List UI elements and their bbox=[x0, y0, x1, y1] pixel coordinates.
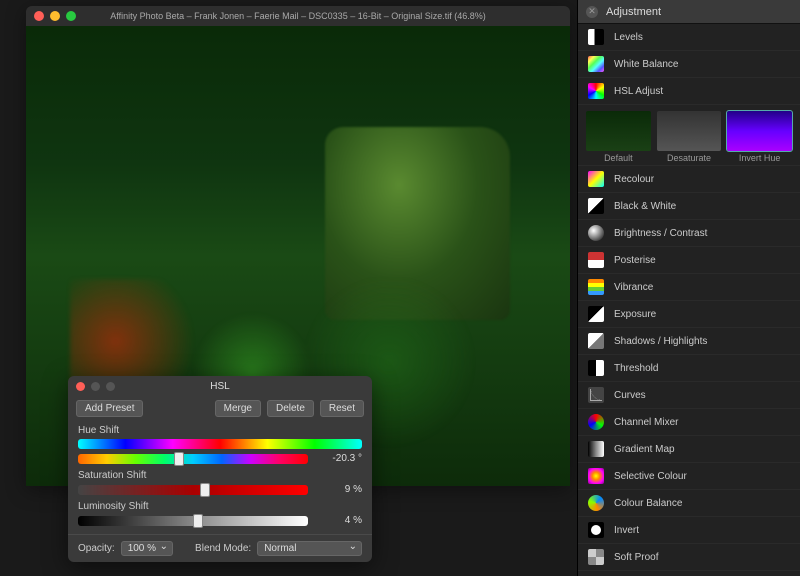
hsl-icon bbox=[588, 83, 604, 99]
adj-label: Posterise bbox=[614, 255, 656, 266]
blend-mode-label: Blend Mode: bbox=[195, 543, 251, 554]
preset-default-thumb bbox=[586, 111, 651, 151]
adj-label: Channel Mixer bbox=[614, 417, 678, 428]
adj-label: White Balance bbox=[614, 59, 678, 70]
hue-shift-label: Hue Shift bbox=[78, 425, 362, 436]
gradient-map-icon bbox=[588, 441, 604, 457]
hue-spectrum-display bbox=[78, 439, 362, 449]
preset-desaturate-thumb bbox=[657, 111, 722, 151]
adj-label: Recolour bbox=[614, 174, 654, 185]
window-minimize-button[interactable] bbox=[50, 11, 60, 21]
panel-min-button[interactable] bbox=[91, 382, 100, 391]
adj-item-levels[interactable]: Levels bbox=[578, 24, 800, 51]
saturation-shift-value: 9 % bbox=[316, 484, 362, 495]
adj-item-brightness-contrast[interactable]: Brightness / Contrast bbox=[578, 220, 800, 247]
opacity-label: Opacity: bbox=[78, 543, 115, 554]
adj-item-posterise[interactable]: Posterise bbox=[578, 247, 800, 274]
adj-label: Exposure bbox=[614, 309, 656, 320]
blend-mode-select[interactable]: Normal bbox=[257, 541, 362, 556]
hue-shift-thumb[interactable] bbox=[174, 452, 184, 466]
adj-label: Gradient Map bbox=[614, 444, 675, 455]
luminosity-shift-label: Luminosity Shift bbox=[78, 501, 362, 512]
saturation-shift-thumb[interactable] bbox=[200, 483, 210, 497]
selective-colour-icon bbox=[588, 468, 604, 484]
soft-proof-icon bbox=[588, 549, 604, 565]
preset-label: Desaturate bbox=[657, 153, 722, 163]
threshold-icon bbox=[588, 360, 604, 376]
titlebar: Affinity Photo Beta – Frank Jonen – Faer… bbox=[26, 6, 570, 26]
vibrance-icon bbox=[588, 279, 604, 295]
luminosity-shift-value: 4 % bbox=[316, 515, 362, 526]
panel-close-icon[interactable]: ✕ bbox=[586, 6, 598, 18]
opacity-select[interactable]: 100 % bbox=[121, 541, 173, 556]
adj-label: Selective Colour bbox=[614, 471, 687, 482]
adj-item-curves[interactable]: Curves bbox=[578, 382, 800, 409]
adjustment-panel: ✕ Adjustment Levels White Balance HSL Ad… bbox=[577, 0, 800, 576]
brightness-contrast-icon bbox=[588, 225, 604, 241]
saturation-shift-label: Saturation Shift bbox=[78, 470, 362, 481]
adj-item-white-balance[interactable]: White Balance bbox=[578, 51, 800, 78]
window-maximize-button[interactable] bbox=[66, 11, 76, 21]
posterise-icon bbox=[588, 252, 604, 268]
adj-label: Levels bbox=[614, 32, 643, 43]
channel-mixer-icon bbox=[588, 414, 604, 430]
luminosity-shift-thumb[interactable] bbox=[193, 514, 203, 528]
exposure-icon bbox=[588, 306, 604, 322]
adj-label: Invert bbox=[614, 525, 639, 536]
saturation-shift-slider[interactable] bbox=[78, 485, 308, 495]
adj-item-threshold[interactable]: Threshold bbox=[578, 355, 800, 382]
adj-item-gradient-map[interactable]: Gradient Map bbox=[578, 436, 800, 463]
colour-balance-icon bbox=[588, 495, 604, 511]
adj-item-recolour[interactable]: Recolour bbox=[578, 166, 800, 193]
adjustment-panel-title: Adjustment bbox=[606, 6, 661, 18]
hsl-titlebar[interactable]: HSL bbox=[68, 376, 372, 396]
adj-item-black-white[interactable]: Black & White bbox=[578, 193, 800, 220]
hsl-preset-thumbnails: Default Desaturate Invert Hue bbox=[578, 105, 800, 166]
recolour-icon bbox=[588, 171, 604, 187]
preset-label: Default bbox=[586, 153, 651, 163]
adj-label: Shadows / Highlights bbox=[614, 336, 707, 347]
white-balance-icon bbox=[588, 56, 604, 72]
adj-label: Brightness / Contrast bbox=[614, 228, 707, 239]
preset-label: Invert Hue bbox=[727, 153, 792, 163]
window-title: Affinity Photo Beta – Frank Jonen – Faer… bbox=[26, 11, 570, 21]
adj-item-shadows-highlights[interactable]: Shadows / Highlights bbox=[578, 328, 800, 355]
hue-shift-value: -20.3 ° bbox=[316, 453, 362, 464]
hue-shift-slider[interactable] bbox=[78, 454, 308, 464]
preset-default[interactable]: Default bbox=[586, 111, 651, 163]
adj-item-selective-colour[interactable]: Selective Colour bbox=[578, 463, 800, 490]
adj-label: Soft Proof bbox=[614, 552, 658, 563]
panel-max-button[interactable] bbox=[106, 382, 115, 391]
curves-icon bbox=[588, 387, 604, 403]
adj-label: Vibrance bbox=[614, 282, 653, 293]
shadows-highlights-icon bbox=[588, 333, 604, 349]
delete-button[interactable]: Delete bbox=[267, 400, 314, 417]
adj-label: Curves bbox=[614, 390, 646, 401]
adj-item-soft-proof[interactable]: Soft Proof bbox=[578, 544, 800, 571]
adj-label: Threshold bbox=[614, 363, 658, 374]
adj-label: Black & White bbox=[614, 201, 676, 212]
luminosity-shift-slider[interactable] bbox=[78, 516, 308, 526]
invert-icon bbox=[588, 522, 604, 538]
adjustment-panel-header: ✕ Adjustment bbox=[578, 0, 800, 24]
preset-desaturate[interactable]: Desaturate bbox=[657, 111, 722, 163]
hsl-panel: HSL Add Preset Merge Delete Reset Hue Sh… bbox=[68, 376, 372, 562]
adj-item-vibrance[interactable]: Vibrance bbox=[578, 274, 800, 301]
panel-close-button[interactable] bbox=[76, 382, 85, 391]
adj-item-hsl-adjust[interactable]: HSL Adjust bbox=[578, 78, 800, 105]
adj-item-exposure[interactable]: Exposure bbox=[578, 301, 800, 328]
adj-item-channel-mixer[interactable]: Channel Mixer bbox=[578, 409, 800, 436]
add-preset-button[interactable]: Add Preset bbox=[76, 400, 143, 417]
adj-label: HSL Adjust bbox=[614, 86, 663, 97]
preset-invert-hue[interactable]: Invert Hue bbox=[727, 111, 792, 163]
window-close-button[interactable] bbox=[34, 11, 44, 21]
adj-item-invert[interactable]: Invert bbox=[578, 517, 800, 544]
levels-icon bbox=[588, 29, 604, 45]
merge-button[interactable]: Merge bbox=[215, 400, 261, 417]
reset-button[interactable]: Reset bbox=[320, 400, 364, 417]
black-white-icon bbox=[588, 198, 604, 214]
adj-label: Colour Balance bbox=[614, 498, 682, 509]
preset-invert-hue-thumb bbox=[727, 111, 792, 151]
adj-item-colour-balance[interactable]: Colour Balance bbox=[578, 490, 800, 517]
